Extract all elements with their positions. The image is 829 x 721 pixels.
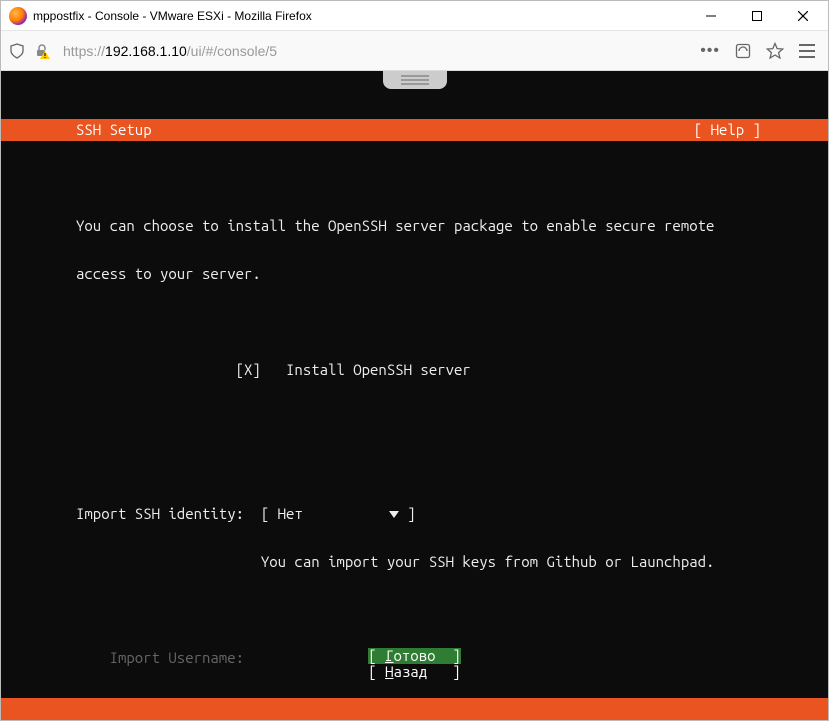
installer-header: SSH Setup [ Help ] <box>1 119 828 141</box>
import-identity-dropdown[interactable]: [ Нет ] <box>261 505 416 522</box>
url-path: /ui/#/console/5 <box>187 43 277 59</box>
firefox-window: mppostfix - Console - VMware ESXi - Mozi… <box>0 0 829 721</box>
reader-icon[interactable] <box>734 42 752 60</box>
import-identity-help: You can import your SSH keys from Github… <box>261 553 715 570</box>
window-title: mppostfix - Console - VMware ESXi - Mozi… <box>33 9 688 23</box>
toolbar-right: ••• <box>700 42 820 60</box>
url-prefix: https:// <box>63 43 105 59</box>
tracking-shield-icon[interactable] <box>9 43 25 59</box>
install-openssh-label: Install OpenSSH server <box>286 361 471 378</box>
window-titlebar[interactable]: mppostfix - Console - VMware ESXi - Mozi… <box>1 1 828 31</box>
bookmark-star-icon[interactable] <box>766 42 784 60</box>
installer-body: You can choose to install the OpenSSH se… <box>1 173 828 720</box>
minimize-button[interactable] <box>688 2 734 30</box>
import-identity-value: Нет <box>278 505 303 522</box>
hamburger-icon <box>799 44 815 58</box>
lock-warning-icon[interactable] <box>33 42 51 60</box>
back-button[interactable]: [ Назад ] <box>368 664 460 680</box>
installer-buttons: [ Готово ] [ Назад ] <box>1 648 828 680</box>
console-handle-icon[interactable] <box>383 71 447 89</box>
install-openssh-checkbox[interactable]: [X] <box>236 361 261 378</box>
page-actions-icon[interactable]: ••• <box>700 42 720 60</box>
menu-button[interactable] <box>798 42 816 60</box>
browser-toolbar: https://192.168.1.10/ui/#/console/5 ••• <box>1 31 828 71</box>
url-host: 192.168.1.10 <box>105 43 187 59</box>
firefox-icon <box>9 7 27 25</box>
chevron-down-icon <box>389 511 399 518</box>
url-bar[interactable]: https://192.168.1.10/ui/#/console/5 <box>59 37 692 65</box>
installer-footer <box>1 698 828 720</box>
console-screen: SSH Setup [ Help ] You can choose to ins… <box>1 71 828 720</box>
intro-line-1: You can choose to install the OpenSSH se… <box>76 218 828 234</box>
done-button[interactable]: [ Готово ] <box>368 648 460 664</box>
vmware-console[interactable]: SSH Setup [ Help ] You can choose to ins… <box>1 71 828 720</box>
help-button[interactable]: [ Help ] <box>694 122 761 138</box>
maximize-button[interactable] <box>734 2 780 30</box>
close-button[interactable] <box>780 2 826 30</box>
window-controls <box>688 2 826 30</box>
intro-line-2: access to your server. <box>76 266 828 282</box>
header-title: SSH Setup <box>76 122 152 138</box>
import-identity-label: Import SSH identity: <box>76 505 244 522</box>
